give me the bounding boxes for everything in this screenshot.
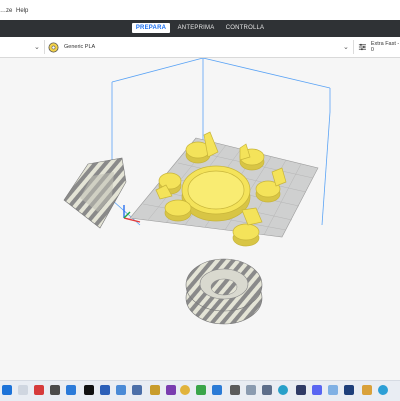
tab-monitor[interactable]: CONTROLLA xyxy=(224,23,266,33)
printer-icon[interactable] xyxy=(328,385,338,395)
ide-icon[interactable] xyxy=(246,385,256,395)
menu-item-help[interactable]: Help xyxy=(16,8,28,14)
printer-selector[interactable]: ⌄ xyxy=(0,37,44,57)
scene xyxy=(63,57,331,325)
windows-start-icon[interactable] xyxy=(2,385,12,395)
3d-viewport[interactable] xyxy=(0,57,400,380)
spool-icon xyxy=(48,42,59,52)
calendar-icon[interactable] xyxy=(84,385,94,395)
sliders-icon xyxy=(358,43,366,51)
store-icon[interactable] xyxy=(50,385,60,395)
cura-icon[interactable] xyxy=(230,385,240,395)
taskbar xyxy=(0,380,400,401)
menu-item-view[interactable]: …ze xyxy=(0,8,12,14)
material-chevron[interactable]: ⌄ xyxy=(343,37,349,57)
mail-icon[interactable] xyxy=(66,385,76,395)
app-icon-3[interactable] xyxy=(362,385,372,395)
folder-icon[interactable] xyxy=(180,385,190,395)
app-icon-4[interactable] xyxy=(378,385,388,395)
striped-ring-model xyxy=(185,258,263,325)
print-setup-toolbar: ⌄ Generic PLA ⌄ Extra Fast - 0 xyxy=(0,37,400,58)
material-selector[interactable]: Generic PLA xyxy=(48,37,95,57)
chrome-icon[interactable] xyxy=(150,385,160,395)
chevron-down-icon: ⌄ xyxy=(343,44,349,51)
media-icon[interactable] xyxy=(196,385,206,395)
tab-prepare[interactable]: PREPARA xyxy=(132,23,170,33)
discord-icon[interactable] xyxy=(312,385,322,395)
divider xyxy=(353,40,354,54)
chrome-icon-2[interactable] xyxy=(344,385,354,395)
menu-bar: …ze Help xyxy=(0,0,400,21)
striped-triangle-model xyxy=(63,157,127,229)
tab-preview[interactable]: ANTEPRIMA xyxy=(176,23,216,33)
chevron-down-icon: ⌄ xyxy=(34,44,40,51)
teams-icon[interactable] xyxy=(212,385,222,395)
terminal-icon[interactable] xyxy=(296,385,306,395)
word-icon[interactable] xyxy=(100,385,110,395)
material-label: Generic PLA xyxy=(64,44,96,50)
print-settings-selector[interactable]: Extra Fast - 0 xyxy=(358,37,400,57)
search-icon[interactable] xyxy=(18,385,28,395)
photos-icon[interactable] xyxy=(132,385,142,395)
explorer-icon[interactable] xyxy=(34,385,44,395)
app-icon-2[interactable] xyxy=(278,385,288,395)
stage-header: PREPARA ANTEPRIMA CONTROLLA xyxy=(0,20,400,37)
print-profile-label: Extra Fast - 0 xyxy=(370,41,400,53)
edge-icon[interactable] xyxy=(166,385,176,395)
app-icon[interactable] xyxy=(262,385,272,395)
divider xyxy=(44,40,45,54)
settings-icon[interactable] xyxy=(116,385,126,395)
